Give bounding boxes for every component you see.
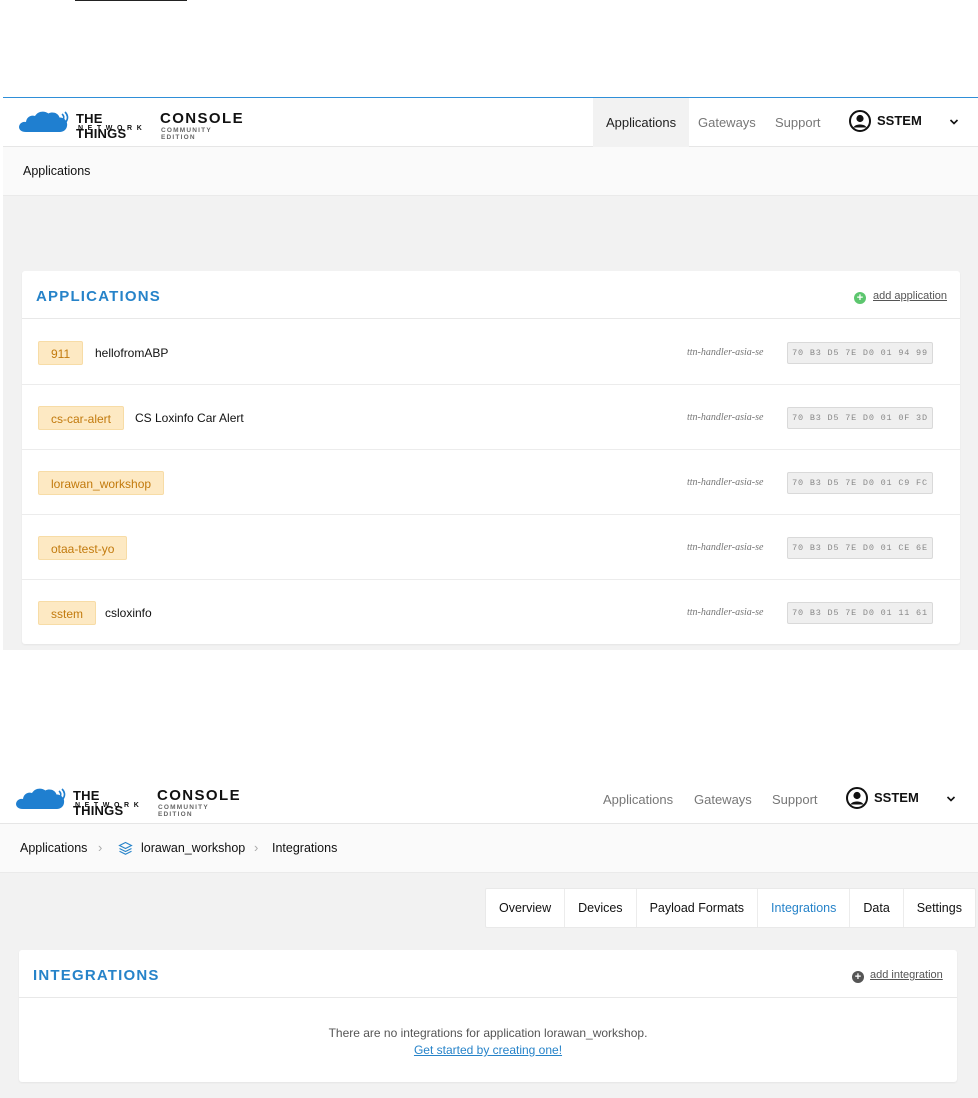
handler-label: ttn-handler-asia-se xyxy=(687,477,764,488)
empty-state-link-row: Get started by creating one! xyxy=(19,1043,957,1057)
chevron-down-icon[interactable] xyxy=(946,795,956,803)
product-name: CONSOLE xyxy=(157,787,241,804)
application-tabs: Overview Devices Payload Formats Integra… xyxy=(485,888,976,928)
brand-subname: NETWORK xyxy=(75,802,144,809)
add-circle-icon[interactable]: + xyxy=(854,292,866,304)
add-integration-link[interactable]: add integration xyxy=(870,969,943,981)
breadcrumb: Applications xyxy=(3,147,978,196)
tab-integrations[interactable]: Integrations xyxy=(758,889,851,927)
app-eui-badge: 70 B3 D5 7E D0 01 C9 FC xyxy=(787,472,933,494)
application-row[interactable]: otaa-test-yo ttn-handler-asia-se 70 B3 D… xyxy=(22,515,960,580)
edition-label: COMMUNITY EDITION xyxy=(161,127,212,141)
handler-label: ttn-handler-asia-se xyxy=(687,542,764,553)
add-circle-icon[interactable]: + xyxy=(852,971,864,983)
nav-gateways[interactable]: Gateways xyxy=(685,98,769,147)
card-title: APPLICATIONS xyxy=(36,288,161,305)
application-name: csloxinfo xyxy=(105,606,152,620)
application-name: hellofromABP xyxy=(95,346,169,360)
integrations-card-header: INTEGRATIONS + add integration xyxy=(19,950,957,998)
breadcrumb-application[interactable]: lorawan_workshop xyxy=(141,824,245,872)
top-navbar: THE THINGS NETWORK CONSOLE COMMUNITY EDI… xyxy=(0,775,978,824)
nav-support[interactable]: Support xyxy=(759,775,831,824)
application-id-badge[interactable]: sstem xyxy=(38,601,97,625)
application-id-badge[interactable]: cs-car-alert xyxy=(38,406,125,430)
integrations-card: INTEGRATIONS + add integration There are… xyxy=(19,950,957,1082)
user-name: SSTEM xyxy=(874,790,919,805)
handler-label: ttn-handler-asia-se xyxy=(687,607,764,618)
nav-applications[interactable]: Applications xyxy=(590,775,686,824)
product-name: CONSOLE xyxy=(160,110,244,127)
application-name: CS Loxinfo Car Alert xyxy=(135,411,244,425)
cloud-logo-icon xyxy=(16,788,66,809)
user-avatar-icon xyxy=(849,110,871,132)
application-id-badge[interactable]: lorawan_workshop xyxy=(38,471,165,495)
integrations-screen: THE THINGS NETWORK CONSOLE COMMUNITY EDI… xyxy=(0,775,978,1098)
applications-card-header: APPLICATIONS + add application xyxy=(22,271,960,319)
top-navbar: THE THINGS NETWORK CONSOLE COMMUNITY EDI… xyxy=(3,98,978,147)
application-layers-icon xyxy=(118,841,133,855)
applications-card: APPLICATIONS + add application 911 hello… xyxy=(22,271,960,644)
tab-overview[interactable]: Overview xyxy=(486,889,566,927)
nav-support[interactable]: Support xyxy=(762,98,834,147)
breadcrumb: Applications › lorawan_workshop › Integr… xyxy=(0,824,978,873)
nav-gateways[interactable]: Gateways xyxy=(681,775,765,824)
breadcrumb-integrations: Integrations xyxy=(272,841,338,855)
breadcrumb-applications[interactable]: Applications xyxy=(20,824,87,872)
cloud-logo-icon xyxy=(19,111,69,132)
user-avatar-icon xyxy=(846,787,868,809)
tab-data[interactable]: Data xyxy=(850,889,904,927)
application-id-badge[interactable]: otaa-test-yo xyxy=(38,536,128,560)
top-underline-mark xyxy=(75,0,187,1)
empty-state-message: There are no integrations for applicatio… xyxy=(328,1026,648,1040)
nav-applications[interactable]: Applications xyxy=(593,98,690,147)
app-eui-badge: 70 B3 D5 7E D0 01 11 61 xyxy=(787,602,933,624)
application-id-badge[interactable]: 911 xyxy=(38,341,84,365)
app-eui-badge: 70 B3 D5 7E D0 01 94 99 xyxy=(787,342,933,364)
handler-label: ttn-handler-asia-se xyxy=(687,347,764,358)
card-title: INTEGRATIONS xyxy=(33,967,160,984)
chevron-right-icon: › xyxy=(254,840,259,855)
tab-payload-formats[interactable]: Payload Formats xyxy=(637,889,759,927)
applications-screen: THE THINGS NETWORK CONSOLE COMMUNITY EDI… xyxy=(3,97,978,650)
app-eui-badge: 70 B3 D5 7E D0 01 CE 6E xyxy=(787,537,933,559)
application-row[interactable]: lorawan_workshop ttn-handler-asia-se 70 … xyxy=(22,450,960,515)
chevron-right-icon: › xyxy=(98,840,103,855)
handler-label: ttn-handler-asia-se xyxy=(687,412,764,423)
application-row[interactable]: sstem csloxinfo ttn-handler-asia-se 70 B… xyxy=(22,580,960,645)
tab-settings[interactable]: Settings xyxy=(904,889,975,927)
app-eui-badge: 70 B3 D5 7E D0 01 0F 3D xyxy=(787,407,933,429)
brand-subname: NETWORK xyxy=(78,125,147,132)
user-name: SSTEM xyxy=(877,113,922,128)
breadcrumb-applications[interactable]: Applications xyxy=(23,147,90,195)
edition-label: COMMUNITY EDITION xyxy=(158,804,209,818)
tab-devices[interactable]: Devices xyxy=(565,889,637,927)
add-application-link[interactable]: add application xyxy=(873,290,947,302)
application-row[interactable]: cs-car-alert CS Loxinfo Car Alert ttn-ha… xyxy=(22,385,960,450)
get-started-link[interactable]: Get started by creating one! xyxy=(414,1043,562,1057)
chevron-down-icon[interactable] xyxy=(949,118,959,126)
application-row[interactable]: 911 hellofromABP ttn-handler-asia-se 70 … xyxy=(22,320,960,385)
